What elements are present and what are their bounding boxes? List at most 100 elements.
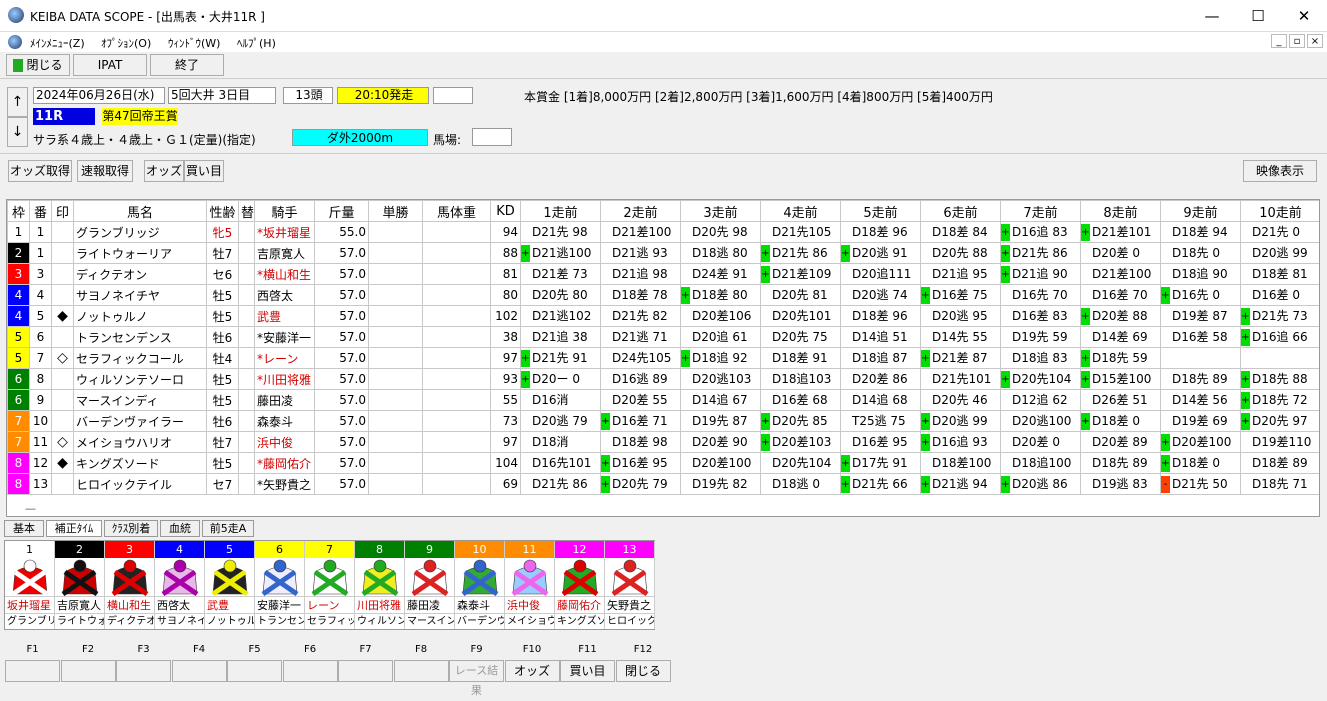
past-run-cell[interactable]: D14差 69 — [1080, 326, 1161, 348]
column-header[interactable]: 替 — [238, 200, 255, 222]
silk-card[interactable]: 11 浜中俊メイショウハリオ — [505, 541, 555, 629]
past-run-cell[interactable]: D18追100 — [1000, 452, 1081, 474]
past-run-cell[interactable]: + D18先 59 — [1080, 347, 1161, 369]
past-run-cell[interactable]: + D20差100 — [1160, 431, 1241, 453]
past-run-cell[interactable]: D20差 55 — [600, 389, 681, 411]
past-run-cell[interactable]: + D16差 95 — [600, 452, 681, 474]
past-run-cell[interactable]: + D15差100 — [1080, 368, 1161, 390]
past-run-cell[interactable]: + D20差103 — [760, 431, 841, 453]
past-run-cell[interactable]: + D20先 79 — [600, 473, 681, 495]
past-run-cell[interactable]: D18先 0 — [1160, 242, 1241, 264]
past-run-cell[interactable]: D16差 83 — [1000, 305, 1081, 327]
silk-card[interactable]: 2 吉原寛人ライトウォーリア — [55, 541, 105, 629]
past-run-cell[interactable]: D20先 88 — [920, 242, 1001, 264]
get-sokuho-button[interactable]: 速報取得 — [77, 160, 133, 182]
past-run-cell[interactable]: + D18先 72 — [1240, 389, 1319, 411]
past-run-cell[interactable]: + D16追 93 — [920, 431, 1001, 453]
past-run-cell[interactable]: D20差 89 — [1080, 431, 1161, 453]
past-run-cell[interactable]: D14追 68 — [840, 389, 921, 411]
past-run-cell[interactable]: D16差 58 — [1160, 326, 1241, 348]
column-header[interactable]: 単勝 — [368, 200, 423, 222]
table-row[interactable]: 5 6 トランセンデンス 牡6 *安藤洋一 57.0 38 D21追 38 D21逃 71 D20… — [7, 326, 1319, 348]
past-run-cell[interactable]: D18逃 0 — [760, 473, 841, 495]
silk-card[interactable]: 9 藤田凌マースインディ — [405, 541, 455, 629]
table-row[interactable]: 8 12 ◆ キングズソード 牡5 *藤岡佑介 57.0 104 D16先101 + D16差 95… — [7, 452, 1319, 474]
past-run-cell[interactable]: + D18先 88 — [1240, 368, 1319, 390]
column-header[interactable]: 枠 — [7, 200, 30, 222]
past-run-cell[interactable]: + D21差101 — [1080, 221, 1161, 243]
past-run-cell[interactable]: D20差 0 — [1000, 431, 1081, 453]
past-run-cell[interactable]: + D20先 97 — [1240, 410, 1319, 432]
past-run-cell[interactable]: D21差100 — [600, 221, 681, 243]
past-run-cell[interactable]: D20先 46 — [920, 389, 1001, 411]
tab-last5[interactable]: 前5走A — [202, 520, 254, 537]
past-run-cell[interactable]: D21追 98 — [600, 263, 681, 285]
fkey-button[interactable] — [5, 660, 60, 682]
past-run-cell[interactable]: D18差 96 — [840, 305, 921, 327]
silk-card[interactable]: 13 矢野貴之ヒロイックテイル — [605, 541, 655, 629]
past-run-cell[interactable]: + D17先 91 — [840, 452, 921, 474]
past-run-cell[interactable]: D18差 96 — [840, 221, 921, 243]
silk-card[interactable]: 1 坂井瑠星グランブリッジ — [5, 541, 55, 629]
past-run-cell[interactable]: D18追103 — [760, 368, 841, 390]
past-run-cell[interactable]: + D16先 0 — [1160, 284, 1241, 306]
silk-card[interactable]: 3 横山和生ディクテオン — [105, 541, 155, 629]
past-run-cell[interactable]: D16差 95 — [840, 431, 921, 453]
past-run-cell[interactable]: D21先105 — [760, 221, 841, 243]
past-run-cell[interactable]: D18先 89 — [1160, 368, 1241, 390]
past-run-cell[interactable]: D20差 86 — [840, 368, 921, 390]
past-run-cell[interactable]: T25逃 75 — [840, 410, 921, 432]
past-run-cell[interactable] — [1160, 347, 1241, 369]
column-header[interactable]: 印 — [51, 200, 74, 222]
silk-card[interactable]: 7 レーンセラフィックコール — [305, 541, 355, 629]
past-run-cell[interactable]: D18追 87 — [840, 347, 921, 369]
fkey-button[interactable]: 買い目 — [560, 660, 615, 682]
past-run-cell[interactable]: D19先 59 — [1000, 326, 1081, 348]
past-run-cell[interactable]: D18差100 — [920, 452, 1001, 474]
get-odds-button[interactable]: オッズ取得 — [8, 160, 72, 182]
close-window-button[interactable]: ✕ — [1281, 0, 1327, 32]
past-run-cell[interactable]: + D20先104 — [1000, 368, 1081, 390]
maximize-button[interactable]: ☐ — [1235, 0, 1281, 32]
past-run-cell[interactable]: + D16差 75 — [920, 284, 1001, 306]
tab-class[interactable]: ｸﾗｽ別着 — [104, 520, 158, 537]
table-row[interactable]: 3 3 ディクテオン セ6 *横山和生 57.0 81 D21差 73 D21追 98 D24差 … — [7, 263, 1319, 285]
past-run-cell[interactable]: + D20逃 99 — [920, 410, 1001, 432]
menu-window[interactable]: ｳｨﾝﾄﾞｳ(W) — [168, 35, 220, 51]
past-run-cell[interactable]: D19差 69 — [1160, 410, 1241, 432]
column-header[interactable]: 1走前 — [520, 200, 601, 222]
past-run-cell[interactable]: D24先105 — [600, 347, 681, 369]
past-run-cell[interactable]: D26差 51 — [1080, 389, 1161, 411]
column-header[interactable]: 6走前 — [920, 200, 1001, 222]
past-run-cell[interactable]: D18追 83 — [1000, 347, 1081, 369]
past-run-cell[interactable]: D20差106 — [680, 305, 761, 327]
video-button[interactable]: 映像表示 — [1243, 160, 1317, 182]
past-run-cell[interactable]: D18追 90 — [1160, 263, 1241, 285]
past-run-cell[interactable]: D14追 67 — [680, 389, 761, 411]
past-run-cell[interactable]: D12追 62 — [1000, 389, 1081, 411]
past-run-cell[interactable]: D14先 55 — [920, 326, 1001, 348]
fkey-button[interactable]: オッズ — [504, 660, 560, 682]
past-run-cell[interactable]: D18差 78 — [600, 284, 681, 306]
silk-card[interactable]: 8 川田将雅ウィルソンテソーロ — [355, 541, 405, 629]
fkey-button[interactable] — [282, 660, 338, 682]
past-run-cell[interactable]: D20逃103 — [680, 368, 761, 390]
past-run-cell[interactable]: D20逃 99 — [1240, 242, 1319, 264]
past-run-cell[interactable]: D21差 73 — [520, 263, 601, 285]
past-run-cell[interactable]: D21逃 93 — [600, 242, 681, 264]
table-row[interactable]: 8 13 ヒロイックテイル セ7 *矢野貴之 57.0 69 D21先 86 + D20先 79 D… — [7, 473, 1319, 495]
past-run-cell[interactable]: + D21先 91 — [520, 347, 601, 369]
table-row[interactable]: 6 8 ウィルソンテソーロ 牡5 *川田将雅 57.0 93 + D20ー 0 D16逃 89 D2… — [7, 368, 1319, 390]
past-run-cell[interactable]: D18差 89 — [1240, 452, 1319, 474]
past-run-cell[interactable]: D20先104 — [760, 452, 841, 474]
past-run-cell[interactable]: D16差 0 — [1240, 284, 1319, 306]
table-row[interactable]: 4 4 サヨノネイチヤ 牡5 西啓太 57.0 80 D20先 80 D18差 78 + D18差 … — [7, 284, 1319, 306]
past-run-cell[interactable]: D18差 81 — [1240, 263, 1319, 285]
past-run-cell[interactable]: D19差110 — [1240, 431, 1319, 453]
past-run-cell[interactable]: D19先 82 — [680, 473, 761, 495]
past-run-cell[interactable]: D18差 84 — [920, 221, 1001, 243]
column-header[interactable]: 騎手 — [254, 200, 315, 222]
past-run-cell[interactable]: + D18差 80 — [680, 284, 761, 306]
column-header[interactable]: 2走前 — [600, 200, 681, 222]
past-run-cell[interactable]: D20先 81 — [760, 284, 841, 306]
